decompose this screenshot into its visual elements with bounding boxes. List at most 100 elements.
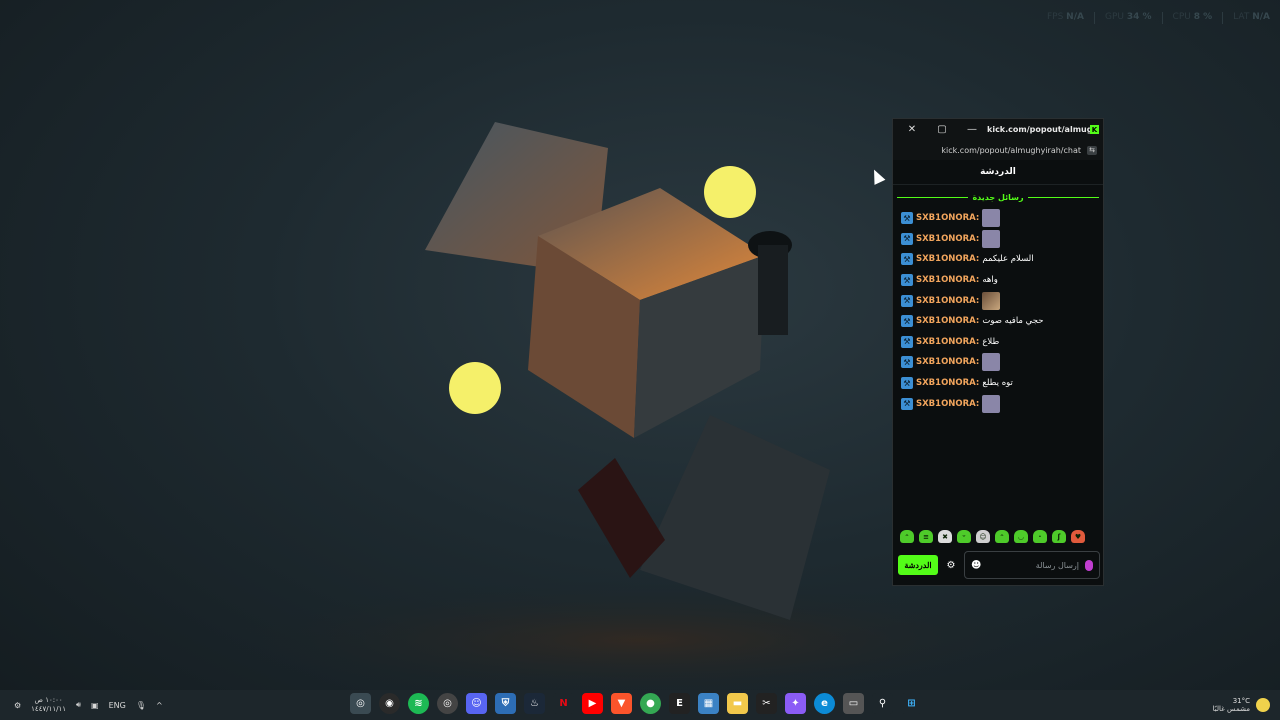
store-icon[interactable]: ▦: [698, 693, 719, 714]
capcut-icon[interactable]: ✂: [756, 693, 777, 714]
spotify-icon[interactable]: ≋: [408, 693, 429, 714]
performance-overlay: FPS N/A GPU 34 % CPU 8 % LAT N/A: [1047, 12, 1270, 24]
shield-icon[interactable]: ⛨: [495, 693, 516, 714]
emote-icon[interactable]: ♥: [1071, 530, 1085, 543]
chat-message-text: واهه: [982, 275, 998, 286]
settings-gear-icon[interactable]: ⚙: [14, 701, 21, 710]
emote-icon[interactable]: ≡: [919, 530, 933, 543]
chat-message: ⚒ SXB1ONORA: طلاع: [901, 332, 1095, 353]
user-badge-icon[interactable]: ⚒: [901, 397, 913, 410]
microphone-tray-icon[interactable]: 🎙︎: [136, 701, 146, 710]
task-view-icon[interactable]: ▭: [843, 693, 864, 714]
edge-icon[interactable]: e: [814, 693, 835, 714]
emote-icon[interactable]: ◡: [1014, 530, 1028, 543]
close-icon[interactable]: ✕: [897, 124, 927, 135]
chat-message: ⚒ SXB1ONORA:: [901, 229, 1095, 250]
chat-username[interactable]: SXB1ONORA:: [916, 316, 979, 326]
chat-username[interactable]: SXB1ONORA:: [916, 378, 979, 388]
gear-icon[interactable]: ⚙: [944, 560, 958, 571]
chat-message-input[interactable]: ☻ إرسال رسالة: [964, 551, 1100, 579]
chat-message: ⚒ SXB1ONORA: توه يطلع: [901, 373, 1095, 394]
yellow-sphere: [704, 166, 756, 218]
chat-username[interactable]: SXB1ONORA:: [916, 234, 979, 244]
lat-stat: LAT N/A: [1233, 12, 1270, 22]
circle-app-icon[interactable]: ◎: [437, 693, 458, 714]
chat-message: ⚒ SXB1ONORA: واهه: [901, 270, 1095, 291]
chat-message: ⚒ SXB1ONORA:: [901, 290, 1095, 311]
user-badge-icon[interactable]: ⚒: [901, 315, 913, 328]
brave-icon[interactable]: ▼: [611, 693, 632, 714]
chat-username[interactable]: SXB1ONORA:: [916, 337, 979, 347]
user-badge-icon[interactable]: ⚒: [901, 274, 913, 287]
windows-start-icon[interactable]: ⊞: [901, 693, 922, 714]
start-app-icon[interactable]: ◎: [350, 693, 371, 714]
new-messages-label: رسائل جديدة: [972, 193, 1024, 202]
chat-username[interactable]: SXB1ONORA:: [916, 275, 979, 285]
message-placeholder[interactable]: إرسال رسالة: [987, 561, 1079, 570]
language-indicator[interactable]: ENG: [109, 701, 126, 710]
clock[interactable]: ١٠:٠٠ ص ١٤٤٧/١١/١١: [31, 696, 66, 714]
weather-widget[interactable]: 31°C مشمس غالبًا: [1213, 690, 1270, 720]
obs-icon[interactable]: ◉: [379, 693, 400, 714]
gpu-stat: GPU 34 %: [1104, 12, 1152, 22]
user-badge-icon[interactable]: ⚒: [901, 232, 913, 245]
chat-emote[interactable]: [982, 209, 1001, 228]
emote-icon[interactable]: ☺: [976, 530, 990, 543]
user-badge-icon[interactable]: ⚒: [901, 377, 913, 390]
chat-message-text: حجي مافيه صوت: [982, 316, 1044, 327]
chat-emote[interactable]: [982, 229, 1001, 248]
emote-icon[interactable]: ᵔ: [995, 530, 1009, 543]
user-badge-icon[interactable]: ⚒: [901, 212, 913, 225]
chat-popout-window: ✕ ▢ — kick.com/popout/almughyir... K kic…: [892, 118, 1104, 586]
emote-icon[interactable]: ʃ: [1052, 530, 1066, 543]
chat-username[interactable]: SXB1ONORA:: [916, 399, 979, 409]
user-badge-icon[interactable]: ⚒: [901, 356, 913, 369]
address-bar[interactable]: kick.com/popout/almughyirah/chat ⇆: [893, 140, 1103, 160]
chat-username[interactable]: SXB1ONORA:: [916, 254, 979, 264]
folder-icon[interactable]: ▬: [727, 693, 748, 714]
chat-emote[interactable]: [982, 353, 1001, 372]
window-titlebar[interactable]: ✕ ▢ — kick.com/popout/almughyir... K: [893, 119, 1103, 140]
microphone-icon[interactable]: [1085, 559, 1093, 571]
user-badge-icon[interactable]: ⚒: [901, 253, 913, 266]
search-icon[interactable]: ⚲: [872, 693, 893, 714]
chat-message-text: السلام عليكمم: [982, 254, 1034, 265]
user-badge-icon[interactable]: ⚒: [901, 335, 913, 348]
user-badge-icon[interactable]: ⚒: [901, 294, 913, 307]
discord-icon[interactable]: ☺: [466, 693, 487, 714]
chat-message-text: توه يطلع: [982, 378, 1013, 389]
sun-icon: [1256, 698, 1270, 712]
epic-games-icon[interactable]: E: [669, 693, 690, 714]
emoji-icon[interactable]: ☻: [971, 560, 981, 571]
site-settings-icon[interactable]: ⇆: [1087, 145, 1097, 155]
emote-icon[interactable]: ᵔ: [900, 530, 914, 543]
copilot-icon[interactable]: ✦: [785, 693, 806, 714]
emote-icon[interactable]: ᵕ: [957, 530, 971, 543]
volume-icon[interactable]: 🔊︎: [76, 700, 81, 710]
chat-username[interactable]: SXB1ONORA:: [916, 357, 979, 367]
chat-emote[interactable]: [982, 291, 1001, 310]
emote-icon[interactable]: ✖: [938, 530, 952, 543]
netflix-icon[interactable]: N: [553, 693, 574, 714]
chat-header: الدردشة: [893, 160, 1103, 185]
maximize-icon[interactable]: ▢: [927, 124, 957, 135]
chat-message-text: طلاع: [982, 336, 1000, 347]
chat-input-row: الدردشة ⚙ ☻ إرسال رسالة: [898, 550, 1100, 580]
chat-username[interactable]: SXB1ONORA:: [916, 296, 979, 306]
chat-username[interactable]: SXB1ONORA:: [916, 213, 979, 223]
steam-icon[interactable]: ♨: [524, 693, 545, 714]
chat-messages: ⚒ SXB1ONORA: ⚒ SXB1ONORA: ⚒ SXB1ONORA: السلام …: [893, 208, 1103, 414]
minimize-icon[interactable]: —: [957, 124, 987, 135]
weather-temp: 31°C: [1232, 697, 1250, 705]
chat-message: ⚒ SXB1ONORA: حجي مافيه صوت: [901, 311, 1095, 332]
chrome-icon[interactable]: ●: [640, 693, 661, 714]
send-chat-button[interactable]: الدردشة: [898, 555, 938, 575]
youtube-icon[interactable]: ▶: [582, 693, 603, 714]
network-icon[interactable]: ▣: [91, 701, 99, 710]
new-messages-divider: رسائل جديدة: [897, 193, 1100, 202]
chevron-up-icon[interactable]: ^: [156, 701, 163, 710]
chat-message: ⚒ SXB1ONORA: السلام عليكمم: [901, 249, 1095, 270]
url-text[interactable]: kick.com/popout/almughyirah/chat: [941, 146, 1081, 155]
chat-emote[interactable]: [982, 394, 1001, 413]
emote-icon[interactable]: ·: [1033, 530, 1047, 543]
